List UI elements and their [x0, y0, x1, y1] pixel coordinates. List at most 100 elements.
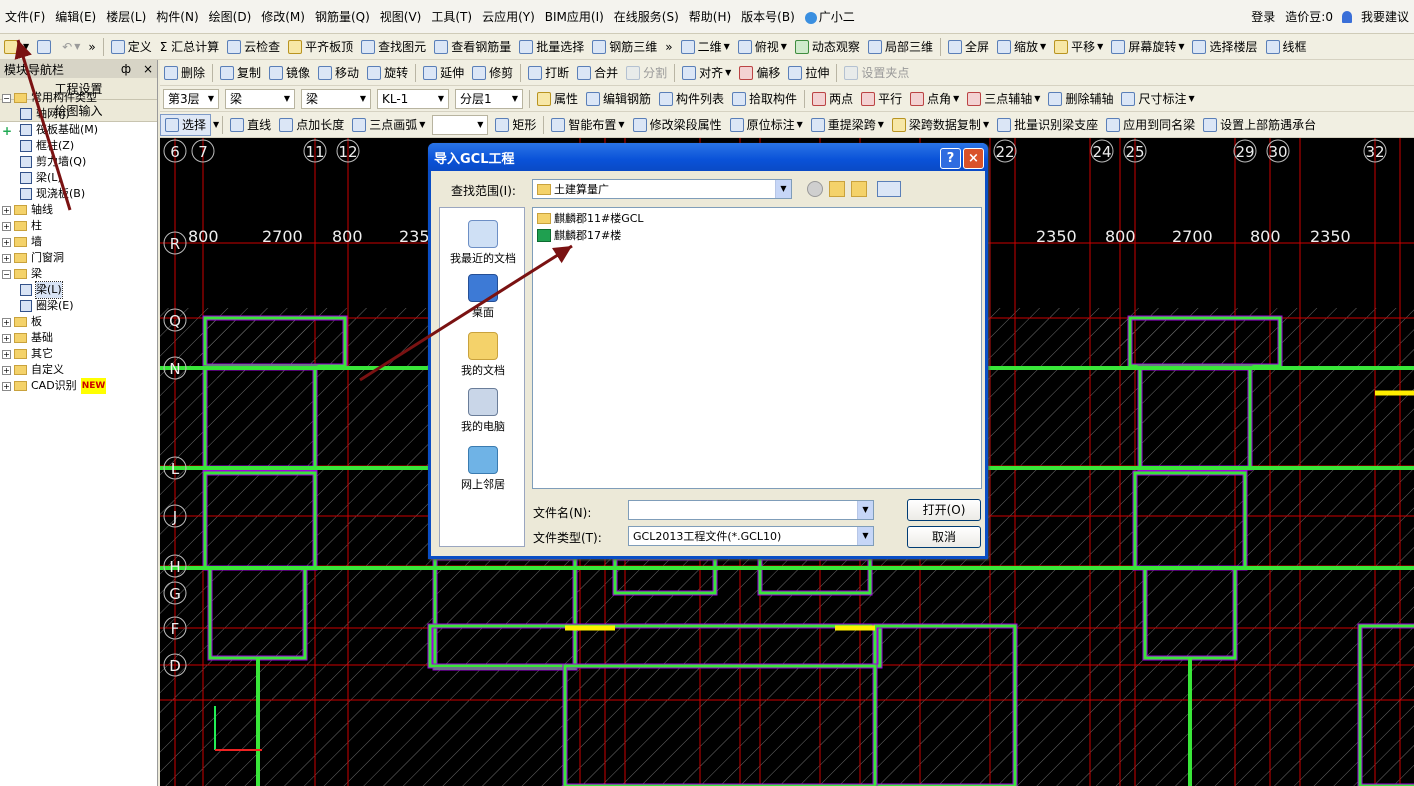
bell-icon[interactable]: [1341, 10, 1352, 23]
local-3d-button[interactable]: 局部三维: [864, 36, 937, 58]
menu-version[interactable]: 版本号(B): [736, 8, 800, 25]
file-item-folder[interactable]: 麒麟郡11#楼GCL: [537, 210, 644, 226]
delete-aux-axis-button[interactable]: 删除辅轴: [1044, 88, 1117, 110]
rotate-screen-button[interactable]: 屏幕旋转 ▼: [1107, 36, 1188, 58]
menu-component[interactable]: 构件(N): [151, 8, 203, 25]
expand-icon[interactable]: +: [2, 317, 11, 327]
stretch-button[interactable]: 拉伸: [784, 62, 833, 84]
layer-select[interactable]: 分层1 ▼: [455, 88, 523, 109]
rotate-button[interactable]: 旋转: [363, 62, 412, 84]
top-view-button[interactable]: 俯视 ▼: [734, 36, 791, 58]
align-slab-top-button[interactable]: 平齐板顶: [284, 36, 357, 58]
pin-icon[interactable]: ф: [121, 62, 131, 76]
up-folder-icon[interactable]: [829, 181, 845, 197]
two-point-button[interactable]: 两点: [808, 88, 857, 110]
copy-button[interactable]: 复制: [216, 62, 265, 84]
expand-icon[interactable]: +: [2, 237, 11, 247]
set-top-rebar-button[interactable]: 设置上部筋遇承台: [1199, 114, 1320, 136]
split-button[interactable]: 分割: [622, 62, 671, 84]
new-folder-icon[interactable]: [851, 181, 867, 197]
place-my-computer[interactable]: 我的电脑: [440, 388, 526, 434]
align-button[interactable]: 对齐 ▼: [678, 62, 735, 84]
expand-icon[interactable]: +: [2, 221, 11, 231]
component-select[interactable]: KL-1 ▼: [377, 88, 449, 109]
category-select[interactable]: 梁 ▼: [225, 88, 295, 109]
open-button[interactable]: ▼: [0, 36, 33, 58]
pan-button[interactable]: 平移 ▼: [1050, 36, 1107, 58]
dynamic-view-button[interactable]: 动态观察: [791, 36, 864, 58]
tree-item[interactable]: 框柱(Z): [0, 138, 158, 154]
close-icon[interactable]: ×: [963, 148, 984, 169]
trim-button[interactable]: 修剪: [468, 62, 517, 84]
menu-modify[interactable]: 修改(M): [256, 8, 310, 25]
toolbar-overflow-2[interactable]: »: [661, 36, 676, 58]
tree-item[interactable]: 筏板基础(M): [0, 122, 158, 138]
select-button[interactable]: 选择: [160, 113, 212, 136]
offset-button[interactable]: 偏移: [735, 62, 784, 84]
tree-item[interactable]: 剪力墙(Q): [0, 154, 158, 170]
place-desktop[interactable]: 桌面: [440, 274, 526, 320]
tree-folder[interactable]: + 自定义: [0, 362, 158, 378]
expand-icon[interactable]: +: [2, 349, 11, 359]
tree-folder[interactable]: + 板: [0, 314, 158, 330]
apply-same-name-button[interactable]: 应用到同名梁: [1102, 114, 1199, 136]
place-network[interactable]: 网上邻居: [440, 446, 526, 492]
tree-item[interactable]: 圈梁(E): [0, 298, 158, 314]
tree-folder[interactable]: + 基础: [0, 330, 158, 346]
open-button[interactable]: 打开(O): [907, 499, 981, 521]
three-point-axis-button[interactable]: 三点辅轴 ▼: [963, 88, 1044, 110]
view-rebar-button[interactable]: 查看钢筋量: [430, 36, 515, 58]
dimension-button[interactable]: 尺寸标注 ▼: [1117, 88, 1198, 110]
point-angle-button[interactable]: 点角 ▼: [906, 88, 963, 110]
cancel-button[interactable]: 取消: [907, 526, 981, 548]
find-element-button[interactable]: 查找图元: [357, 36, 430, 58]
point-length-button[interactable]: 点加长度: [275, 114, 348, 136]
menu-rebar[interactable]: 钢筋量(Q): [310, 8, 375, 25]
extend-button[interactable]: 延伸: [419, 62, 468, 84]
tree-item[interactable]: 梁(L): [0, 170, 158, 186]
expand-icon[interactable]: +: [2, 381, 11, 391]
menu-draw[interactable]: 绘图(D): [204, 8, 257, 25]
component-list-button[interactable]: 构件列表: [655, 88, 728, 110]
menu-bim[interactable]: BIM应用(I): [540, 8, 609, 25]
parallel-button[interactable]: 平行: [857, 88, 906, 110]
span-data-copy-button[interactable]: 梁跨数据复制 ▼: [888, 114, 993, 136]
arc-option-select[interactable]: ▼: [432, 114, 489, 135]
zoom-button[interactable]: 缩放 ▼: [993, 36, 1050, 58]
edit-rebar-button[interactable]: 编辑钢筋: [582, 88, 655, 110]
tree-item[interactable]: 梁(L): [0, 281, 158, 299]
tree-folder[interactable]: + 柱: [0, 218, 158, 234]
menu-cloud[interactable]: 云应用(Y): [477, 8, 540, 25]
select-floor-button[interactable]: 选择楼层: [1188, 36, 1261, 58]
delete-button[interactable]: 删除: [160, 62, 209, 84]
rebar-3d-button[interactable]: 钢筋三维: [588, 36, 661, 58]
toolbar-overflow[interactable]: »: [84, 36, 99, 58]
filename-input[interactable]: ▼: [628, 500, 874, 520]
menu-online[interactable]: 在线服务(S): [609, 8, 684, 25]
menu-assistant[interactable]: 广小二: [800, 8, 860, 25]
menu-file[interactable]: 文件(F): [0, 8, 50, 25]
login-link[interactable]: 登录: [1246, 8, 1280, 25]
cloud-check-button[interactable]: 云检查: [223, 36, 284, 58]
modify-beam-span-button[interactable]: 修改梁段属性: [629, 114, 726, 136]
tree-folder[interactable]: + 其它: [0, 346, 158, 362]
set-grip-button[interactable]: 设置夹点: [840, 62, 913, 84]
undo-button[interactable]: ↶ ▼: [58, 36, 84, 58]
look-in-select[interactable]: 土建算量广 ▼: [532, 179, 792, 199]
menu-floor[interactable]: 楼层(L): [101, 8, 151, 25]
menu-help[interactable]: 帮助(H): [684, 8, 736, 25]
properties-button[interactable]: 属性: [533, 88, 582, 110]
place-my-documents[interactable]: 我的文档: [440, 332, 526, 378]
tree-folder[interactable]: + 门窗洞: [0, 250, 158, 266]
close-icon[interactable]: ×: [143, 62, 153, 76]
tree-item[interactable]: 现浇板(B): [0, 186, 158, 202]
expand-icon[interactable]: +: [2, 205, 11, 215]
view-menu-icon[interactable]: [877, 181, 901, 197]
expand-icon[interactable]: +: [2, 333, 11, 343]
fullscreen-button[interactable]: 全屏: [944, 36, 993, 58]
in-situ-label-button[interactable]: 原位标注 ▼: [726, 114, 807, 136]
summary-calc-button[interactable]: Σ 汇总计算: [156, 36, 223, 58]
define-button[interactable]: 定义: [107, 36, 156, 58]
tree-folder[interactable]: + CAD识别 NEW: [0, 378, 158, 394]
file-item-gcl[interactable]: 麒麟郡17#楼: [537, 227, 621, 243]
